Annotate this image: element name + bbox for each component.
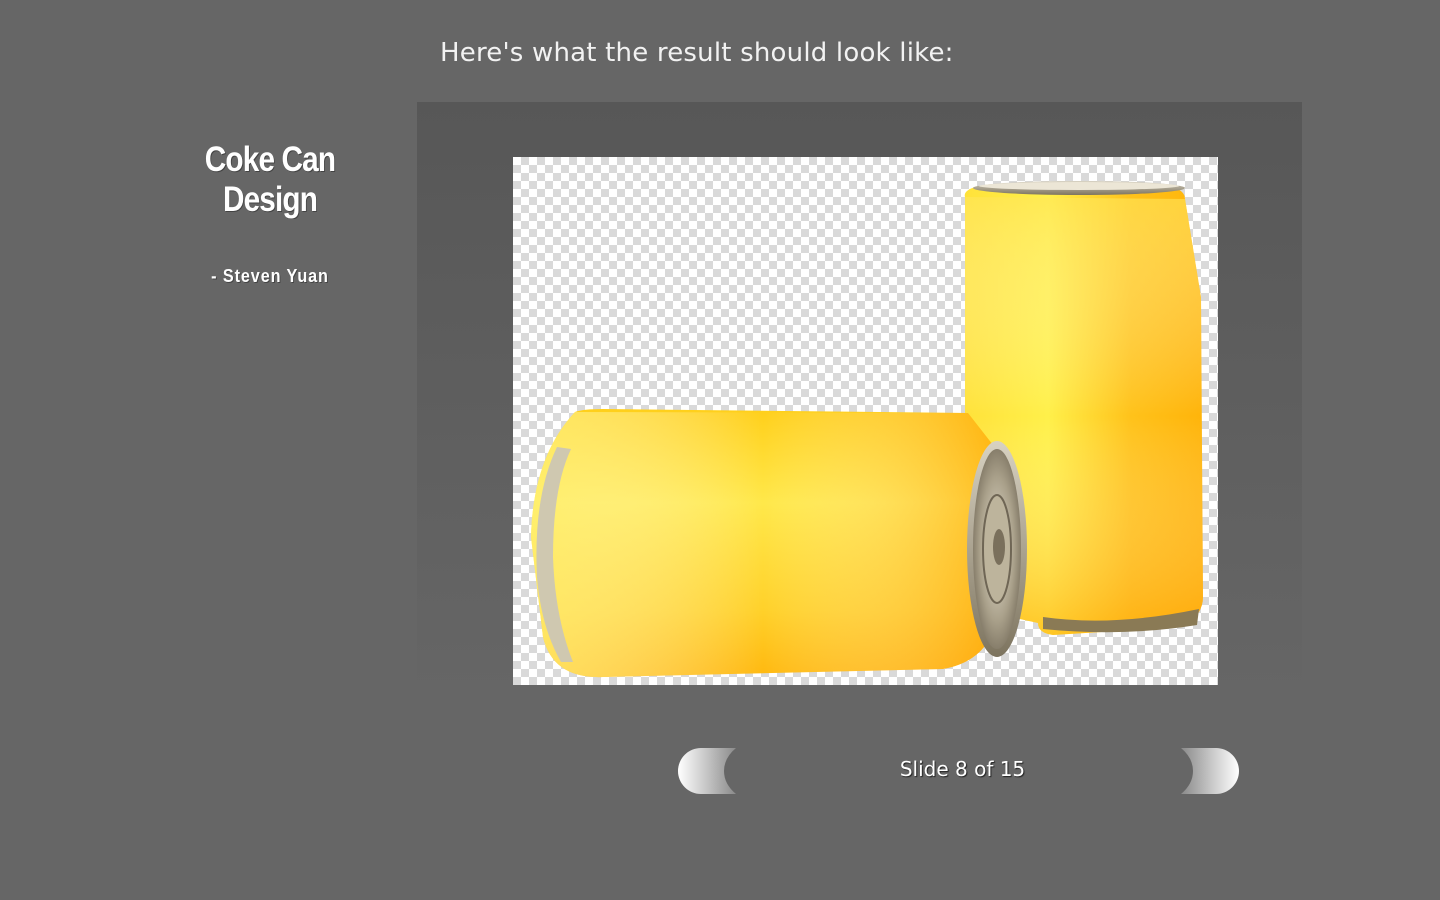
- previous-arrow-icon: [678, 748, 736, 794]
- slide-caption: Here's what the result should look like:: [440, 38, 954, 68]
- presentation-title: Coke Can Design: [204, 140, 336, 219]
- presentation-author: - Steven Yuan: [211, 266, 329, 286]
- result-image: [513, 157, 1218, 685]
- next-slide-button[interactable]: [1181, 748, 1239, 794]
- lying-can: [531, 409, 1027, 678]
- sidebar: Coke Can Design - Steven Yuan: [140, 140, 400, 287]
- soda-cans-illustration: [531, 181, 1203, 678]
- next-arrow-icon: [1181, 748, 1239, 794]
- previous-slide-button[interactable]: [678, 748, 736, 794]
- slide-counter: Slide 8 of 15: [899, 757, 1026, 781]
